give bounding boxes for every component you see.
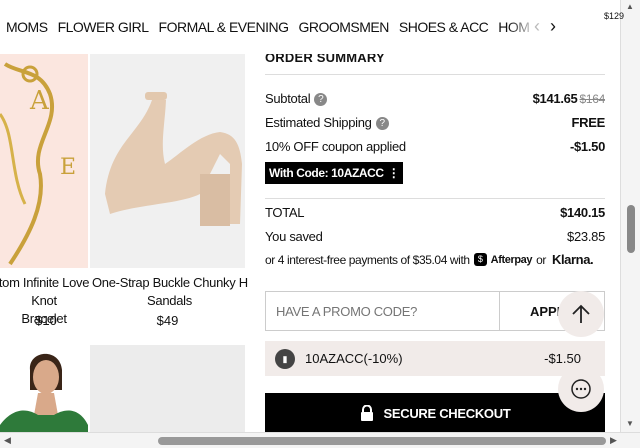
scrollbar-thumb[interactable] xyxy=(627,205,635,253)
svg-text:A: A xyxy=(29,86,50,116)
divider xyxy=(265,74,605,75)
total-value: $140.15 xyxy=(560,205,605,220)
product-price-bracelet: $10 xyxy=(35,313,57,328)
sandal-image xyxy=(105,92,242,226)
svg-text:E: E xyxy=(60,155,76,180)
or-text: or xyxy=(536,252,546,267)
installments-text: or 4 interest-free payments of $35.04 wi… xyxy=(265,252,470,267)
afterpay-icon: $ xyxy=(473,253,487,266)
chat-icon xyxy=(571,379,591,399)
subtotal-value-wrap: $141.65 $164 xyxy=(532,91,606,107)
chevron-left-icon[interactable]: ‹ xyxy=(534,16,540,37)
shipping-value: FREE xyxy=(571,115,606,131)
promo-code-form: APPLY xyxy=(265,291,605,331)
total-label: TOTAL xyxy=(265,205,305,220)
horizontal-scrollbar[interactable]: ◀ ▶ xyxy=(0,432,640,448)
product-image-bracelet[interactable]: A E xyxy=(0,54,88,268)
scroll-to-top-button[interactable] xyxy=(558,291,604,337)
scrollbar-thumb[interactable] xyxy=(158,437,606,445)
checkout-label: SECURE CHECKOUT xyxy=(383,405,511,421)
coupon-value: -$1.50 xyxy=(569,139,605,154)
afterpay-label[interactable]: Afterpay xyxy=(491,254,533,266)
help-icon[interactable]: ? xyxy=(314,93,328,107)
help-icon[interactable]: ? xyxy=(375,117,389,131)
scroll-right-icon[interactable]: ▶ xyxy=(610,435,617,446)
product-price-sandals: $49 xyxy=(156,313,179,328)
saved-label: You saved xyxy=(265,229,323,244)
shipping-row: Estimated Shipping? FREE xyxy=(265,115,606,131)
shipping-label-wrap: Estimated Shipping? xyxy=(265,115,389,131)
nav-items: MOMS FLOWER GIRL FORMAL & EVENING GROOMS… xyxy=(0,19,533,35)
bracelet-image: A E xyxy=(0,62,76,266)
shipping-label: Estimated Shipping xyxy=(265,115,372,130)
product-name-line: One-Strap Buckle Chunky H xyxy=(92,275,248,290)
subtotal-row: Subtotal? $141.65 $164 xyxy=(265,91,606,107)
coupon-code-badge: With Code: 10AZACC ⋮ xyxy=(265,162,404,184)
divider xyxy=(265,198,605,199)
product-grid: A E tom Infinite Love Knot Bracelet $10 … xyxy=(0,0,250,448)
coupon-code-text: With Code: 10AZACC xyxy=(269,166,384,180)
product-image-sandals[interactable] xyxy=(90,54,245,268)
nav-item-flower-girl[interactable]: FLOWER GIRL xyxy=(58,19,149,35)
scroll-down-icon[interactable]: ▼ xyxy=(626,419,634,428)
coupon-ticket-icon: ▮ xyxy=(275,348,295,369)
arrow-up-icon xyxy=(572,304,590,323)
scroll-left-icon[interactable]: ◀ xyxy=(4,435,11,446)
saved-value: $23.85 xyxy=(567,229,605,244)
promo-code-input[interactable] xyxy=(266,292,500,330)
product-name-line: tom Infinite Love Knot xyxy=(0,275,90,308)
klarna-label[interactable]: Klarna. xyxy=(552,252,594,267)
nav-item-shoes-acc[interactable]: SHOES & ACC xyxy=(399,19,489,35)
subtotal-label-wrap: Subtotal? xyxy=(265,91,328,107)
total-row: TOTAL $140.15 xyxy=(265,205,605,220)
more-icon[interactable]: ⋮ xyxy=(388,166,400,180)
chevron-right-icon[interactable]: › xyxy=(550,16,556,37)
applied-code: 10AZACC(-10%) xyxy=(305,351,403,366)
applied-amount: -$1.50 xyxy=(544,351,581,366)
subtotal-original: $164 xyxy=(579,92,606,107)
category-nav: MOMS FLOWER GIRL FORMAL & EVENING GROOMS… xyxy=(0,0,578,54)
coupon-row: 10% OFF coupon applied -$1.50 xyxy=(265,139,605,154)
nav-item-groomsmen[interactable]: GROOMSMEN xyxy=(298,19,389,35)
subtotal-label: Subtotal xyxy=(265,91,311,106)
secure-checkout-button[interactable]: SECURE CHECKOUT xyxy=(265,393,605,433)
nav-item-formal-evening[interactable]: FORMAL & EVENING xyxy=(159,19,289,35)
saved-row: You saved $23.85 xyxy=(265,229,605,244)
product-name-sandals[interactable]: One-Strap Buckle Chunky H Sandals xyxy=(90,274,250,310)
coupon-label: 10% OFF coupon applied xyxy=(265,139,406,154)
installments-info: or 4 interest-free payments of $35.04 wi… xyxy=(265,252,605,267)
nav-arrows: ‹ › xyxy=(534,16,556,37)
lock-icon xyxy=(360,405,373,421)
applied-coupon: ▮ 10AZACC(-10%) -$1.50 xyxy=(265,341,605,376)
cart-price-snippet: $129 xyxy=(578,0,624,30)
vertical-scrollbar[interactable]: ▲ ▼ xyxy=(620,0,640,432)
scroll-up-icon[interactable]: ▲ xyxy=(626,2,634,11)
nav-item-moms[interactable]: MOMS xyxy=(6,19,48,35)
chat-button[interactable] xyxy=(558,366,604,412)
product-name-line: Sandals xyxy=(147,293,192,308)
subtotal-value: $141.65 xyxy=(532,91,578,107)
